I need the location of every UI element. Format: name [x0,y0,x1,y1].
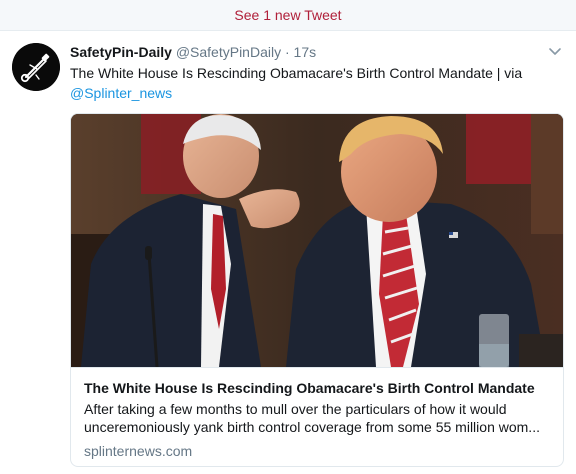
card-description-line1: After taking a few months to mull over t… [84,401,507,417]
tweet[interactable]: SafetyPin-Daily @SafetyPinDaily · 17s Th… [0,31,576,474]
display-name[interactable]: SafetyPin-Daily [70,44,172,60]
tweet-text-main: The White House Is Rescinding Obamacare'… [70,65,523,81]
chevron-down-icon[interactable] [548,45,562,59]
card-image [71,114,563,367]
tweet-text: The White House Is Rescinding Obamacare'… [70,63,560,103]
card-domain[interactable]: splinternews.com [84,442,192,460]
new-tweets-bar[interactable]: See 1 new Tweet [0,0,576,31]
header-separator: · [284,44,290,60]
card-description-line2: unceremoniously yank birth control cover… [84,419,540,435]
card-title[interactable]: The White House Is Rescinding Obamacare'… [84,379,554,397]
tweet-timestamp[interactable]: 17s [294,44,317,60]
new-tweets-label[interactable]: See 1 new Tweet [234,7,341,23]
mention-link[interactable]: @Splinter_news [70,85,172,101]
avatar[interactable] [12,43,60,91]
safety-pin-logo-icon [12,43,60,91]
card-body: The White House Is Rescinding Obamacare'… [71,367,563,466]
link-card[interactable]: The White House Is Rescinding Obamacare'… [70,113,564,467]
card-photo [71,114,563,367]
tweet-header: SafetyPin-Daily @SafetyPinDaily · 17s [70,43,536,63]
card-description: After taking a few months to mull over t… [84,400,554,436]
screen-name[interactable]: @SafetyPinDaily [176,44,281,60]
